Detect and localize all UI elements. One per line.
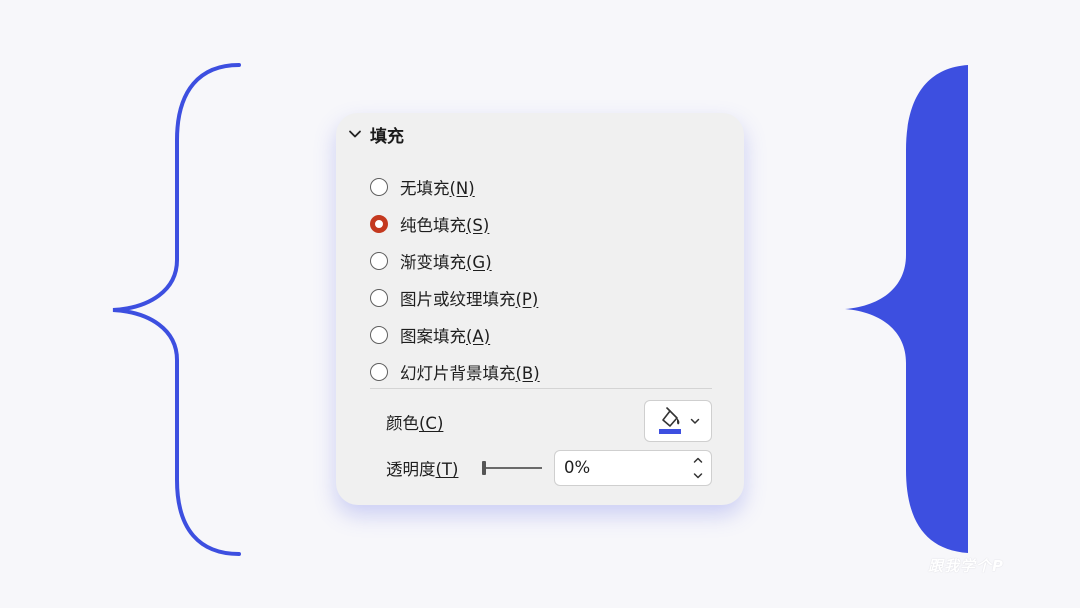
color-row: 颜色(C) — [386, 403, 443, 441]
fill-options-list: 无填充(N) 纯色填充(S) 渐变填充(G) 图片或纹理填充(P) 图案填充(A… — [370, 168, 540, 390]
radio-picture-texture-fill[interactable]: 图片或纹理填充(P) — [370, 279, 540, 316]
section-title: 填充 — [370, 126, 404, 147]
right-brace-filled — [845, 65, 968, 553]
radio-button[interactable] — [370, 362, 388, 381]
color-label: 颜色(C) — [386, 414, 444, 433]
transparency-label: 透明度(T) — [386, 460, 459, 479]
fill-section-header[interactable]: 填充 — [348, 123, 404, 147]
transparency-row: 透明度(T) — [386, 449, 458, 487]
paint-bucket-icon — [659, 407, 681, 434]
radio-button-selected[interactable] — [370, 214, 388, 233]
radio-slide-background-fill[interactable]: 幻灯片背景填充(B) — [370, 353, 540, 390]
radio-button[interactable] — [370, 325, 388, 344]
radio-solid-fill[interactable]: 纯色填充(S) — [370, 205, 540, 242]
chevron-down-icon — [690, 418, 700, 424]
slider-track — [484, 467, 542, 469]
radio-button[interactable] — [370, 177, 388, 196]
radio-pattern-fill[interactable]: 图案填充(A) — [370, 316, 540, 353]
color-picker-button[interactable] — [644, 400, 712, 442]
radio-label: 图片或纹理填充(P) — [400, 289, 539, 309]
slider-thumb[interactable] — [482, 461, 486, 475]
radio-label: 幻灯片背景填充(B) — [400, 363, 540, 383]
chevron-down-icon[interactable] — [692, 471, 704, 481]
fill-panel: 填充 无填充(N) 纯色填充(S) 渐变填充(G) 图片或纹理填充(P) 图案填… — [336, 113, 744, 505]
transparency-spinbox[interactable] — [554, 450, 712, 486]
chevron-up-icon[interactable] — [692, 455, 704, 465]
radio-label: 图案填充(A) — [400, 326, 491, 346]
watermark: 跟我学个P — [928, 557, 1004, 575]
section-divider — [370, 388, 712, 389]
radio-button[interactable] — [370, 251, 388, 270]
radio-label: 渐变填充(G) — [400, 252, 492, 272]
radio-label: 纯色填充(S) — [400, 215, 490, 235]
radio-label: 无填充(N) — [400, 178, 475, 198]
radio-gradient-fill[interactable]: 渐变填充(G) — [370, 242, 540, 279]
left-brace-outline — [112, 63, 241, 556]
transparency-input[interactable] — [564, 458, 674, 477]
radio-button[interactable] — [370, 288, 388, 307]
chevron-down-icon[interactable] — [348, 127, 362, 141]
transparency-slider[interactable] — [482, 457, 544, 479]
radio-no-fill[interactable]: 无填充(N) — [370, 168, 540, 205]
